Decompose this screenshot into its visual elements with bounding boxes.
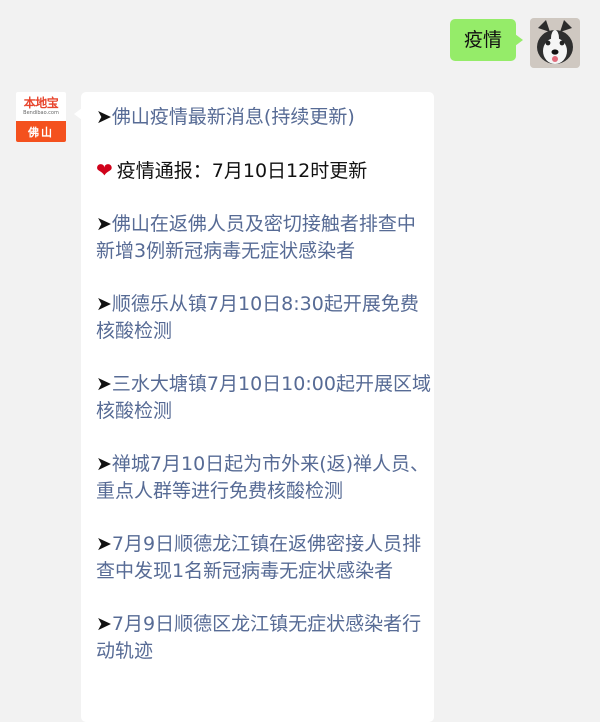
list-item[interactable]: ➤禅城7月10日起为市外来(返)禅人员、重点人群等进行免费核酸检测 bbox=[96, 451, 434, 505]
outgoing-message: 疫情 bbox=[449, 18, 580, 68]
list-item[interactable]: ➤7月9日顺德龙江镇在返佛密接人员排查中发现1名新冠病毒无症状感染者 bbox=[96, 531, 434, 585]
incoming-message: 本地宝 Bendibao.com 佛山 ➤佛山疫情最新消息(持续更新) ❤ 疫情通… bbox=[16, 92, 434, 722]
arrow-icon: ➤ bbox=[96, 533, 112, 555]
news-link[interactable]: 7月9日顺德龙江镇在返佛密接人员排查中发现1名新冠病毒无症状感染者 bbox=[96, 533, 421, 582]
list-item[interactable]: ➤7月9日顺德区龙江镇无症状感染者行动轨迹 bbox=[96, 611, 434, 665]
news-link[interactable]: 三水大塘镇7月10日10:00起开展区域核酸检测 bbox=[96, 373, 431, 422]
arrow-icon: ➤ bbox=[96, 213, 112, 235]
notice-line: ❤ 疫情通报：7月10日12时更新 bbox=[96, 157, 434, 185]
list-item[interactable]: ➤三水大塘镇7月10日10:00起开展区域核酸检测 bbox=[96, 371, 434, 425]
bendibao-avatar[interactable]: 本地宝 Bendibao.com 佛山 bbox=[16, 92, 66, 142]
news-link[interactable]: 禅城7月10日起为市外来(返)禅人员、重点人群等进行免费核酸检测 bbox=[96, 453, 429, 502]
list-item[interactable]: ➤佛山在返佛人员及密切接触者排查中新增3例新冠病毒无症状感染者 bbox=[96, 211, 434, 265]
news-link[interactable]: 顺德乐从镇7月10日8:30起开展免费核酸检测 bbox=[96, 293, 419, 342]
list-item[interactable]: ➤佛山疫情最新消息(持续更新) bbox=[96, 104, 434, 131]
arrow-icon: ➤ bbox=[96, 373, 112, 395]
arrow-icon: ➤ bbox=[96, 453, 112, 475]
user-avatar[interactable] bbox=[530, 18, 580, 68]
bot-city-label: 佛山 bbox=[16, 121, 66, 142]
bot-url-text: Bendibao.com bbox=[23, 109, 59, 116]
heart-icon: ❤ bbox=[96, 158, 113, 182]
outgoing-bubble[interactable]: 疫情 bbox=[449, 19, 524, 61]
arrow-icon: ➤ bbox=[96, 293, 112, 315]
notice-text: 疫情通报：7月10日12时更新 bbox=[116, 160, 368, 182]
news-link[interactable]: 7月9日顺德区龙江镇无症状感染者行动轨迹 bbox=[96, 613, 421, 662]
news-link[interactable]: 佛山在返佛人员及密切接触者排查中新增3例新冠病毒无症状感染者 bbox=[96, 213, 416, 262]
news-link[interactable]: 佛山疫情最新消息(持续更新) bbox=[112, 106, 355, 128]
incoming-bubble: ➤佛山疫情最新消息(持续更新) ❤ 疫情通报：7月10日12时更新 ➤佛山在返佛人… bbox=[74, 92, 434, 722]
arrow-icon: ➤ bbox=[96, 106, 112, 128]
husky-avatar-icon bbox=[530, 18, 580, 68]
bot-logo-text: 本地宝 bbox=[23, 95, 59, 110]
list-item[interactable]: ➤顺德乐从镇7月10日8:30起开展免费核酸检测 bbox=[96, 291, 434, 345]
arrow-icon: ➤ bbox=[96, 613, 112, 635]
